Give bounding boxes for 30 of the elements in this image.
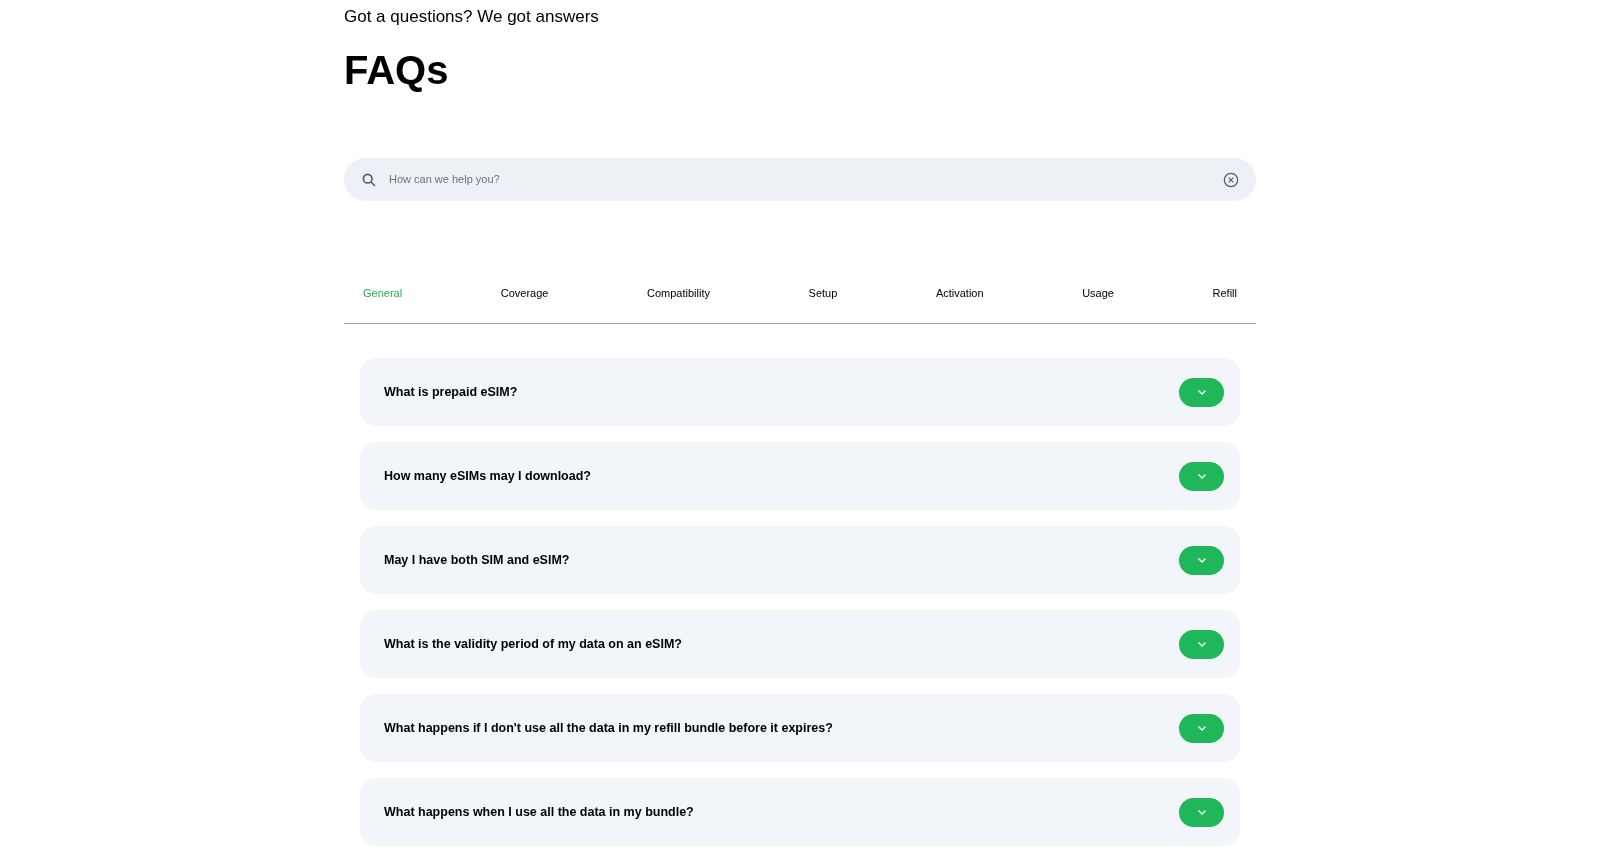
category-tab[interactable]: Compatibility <box>647 284 710 302</box>
expand-button[interactable] <box>1179 629 1224 659</box>
category-tab[interactable]: Refill <box>1212 284 1237 302</box>
faq-item[interactable]: How many eSIMs may I download? <box>360 442 1240 510</box>
expand-button[interactable] <box>1179 545 1224 575</box>
faq-item[interactable]: What is the validity period of my data on an eSIM? <box>360 610 1240 678</box>
expand-button[interactable] <box>1179 797 1224 827</box>
faq-question: What is prepaid eSIM? <box>384 383 518 401</box>
category-tab[interactable]: Activation <box>935 284 984 302</box>
faq-question: What is the validity period of my data on an eSIM? <box>384 635 682 653</box>
faq-question: What happens if I don't use all the data in my refill bundle before it expires? <box>384 719 833 737</box>
faq-item[interactable]: May I have both SIM and eSIM? <box>360 526 1240 594</box>
category-tab[interactable]: Usage <box>1082 284 1114 302</box>
expand-button[interactable] <box>1179 713 1224 743</box>
clear-icon[interactable] <box>1223 171 1239 188</box>
faq-question: What happens when I use all the data in my bundle? <box>384 803 694 821</box>
page-title: FAQs <box>344 48 450 92</box>
faq-item[interactable]: What happens when I use all the data in my bundle? <box>360 778 1240 846</box>
expand-button[interactable] <box>1179 377 1224 407</box>
expand-button[interactable] <box>1179 461 1224 491</box>
search-icon <box>361 171 377 188</box>
faq-question: How many eSIMs may I download? <box>384 467 591 485</box>
page-subtitle: Got a questions? We got answers <box>344 6 600 28</box>
faq-item[interactable]: What is prepaid eSIM? <box>360 358 1240 426</box>
search-field[interactable]: How can we help you? <box>344 158 1256 201</box>
category-tab[interactable]: Coverage <box>500 284 549 302</box>
faq-question: May I have both SIM and eSIM? <box>384 551 570 569</box>
faq-item[interactable]: What happens if I don't use all the data in my refill bundle before it expires? <box>360 694 1240 762</box>
search-input[interactable]: How can we help you? <box>389 171 1211 188</box>
category-tab[interactable]: Setup <box>808 284 838 302</box>
